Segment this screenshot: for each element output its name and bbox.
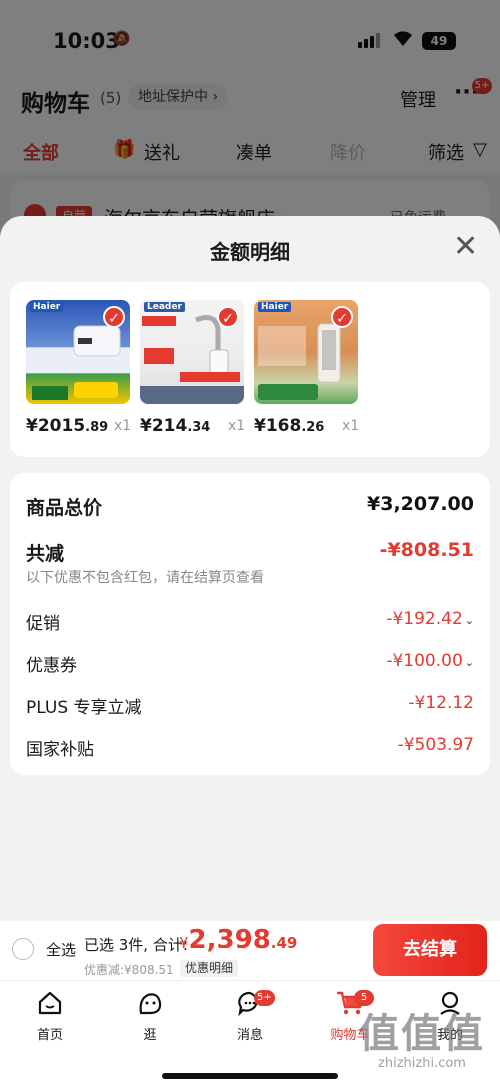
product-price: ¥168.26 — [254, 416, 325, 436]
tab-home-label: 首页 — [36, 1028, 63, 1043]
product-price: ¥2015.89 — [26, 416, 109, 436]
coupon-label: 优惠券 — [26, 656, 77, 676]
coupon-value: -¥100.00 ⌄ — [386, 651, 474, 671]
plus-discount-label: PLUS 专享立减 — [26, 698, 142, 718]
product-qty: x1 — [228, 418, 246, 434]
product-check-icon[interactable]: ✓ — [103, 306, 125, 328]
national-subsidy-label: 国家补贴 — [26, 740, 94, 760]
amount-detail-sheet: 金额明细 ✕ Haier ✓ ¥2015.89 x1 Leader ✓ ¥214… — [0, 216, 500, 921]
product-qty: x1 — [114, 418, 132, 434]
product-check-icon[interactable]: ✓ — [217, 306, 239, 328]
selected-summary: 已选 3件, 合计: — [84, 936, 188, 954]
promotion-value: -¥192.42 ⌄ — [386, 609, 474, 629]
product-item[interactable]: Leader ✓ ¥214.34 x1 — [140, 300, 245, 436]
total-price: ¥2,398.49 — [179, 925, 298, 955]
reduction-label: 共减 — [26, 543, 65, 565]
brand-label: Haier — [258, 302, 292, 312]
close-icon[interactable]: ✕ — [453, 232, 478, 262]
product-check-icon[interactable]: ✓ — [331, 306, 353, 328]
reduction-value: -¥808.51 — [379, 539, 474, 561]
tab-messages-label: 消息 — [236, 1028, 263, 1043]
product-qty: x1 — [342, 418, 360, 434]
tab-home[interactable]: 首页 — [20, 989, 80, 1043]
reduction-note: 以下优惠不包含红包，请在结算页查看 — [26, 570, 264, 586]
goods-total-value: ¥3,207.00 — [367, 493, 474, 515]
product-image-water-heater: Haier ✓ — [26, 300, 130, 404]
home-icon — [20, 989, 80, 1021]
checkout-button[interactable]: 去结算 — [373, 924, 487, 976]
product-item[interactable]: Haier ✓ ¥2015.89 x1 — [26, 300, 131, 436]
chevron-down-icon: ⌄ — [464, 656, 474, 669]
national-subsidy-value: -¥503.97 — [397, 735, 474, 755]
stroll-icon — [120, 989, 180, 1021]
tab-stroll[interactable]: 逛 — [120, 989, 180, 1043]
watermark-url: zhizhizhi.com — [378, 1056, 466, 1071]
select-all-label[interactable]: 全选 — [46, 939, 76, 960]
sheet-title: 金额明细 — [210, 240, 290, 264]
watermark: 值值值 zhizhizhi.com — [352, 1012, 492, 1071]
tab-messages[interactable]: 5+ 消息 — [220, 989, 280, 1043]
brand-label: Leader — [144, 302, 185, 312]
promotion-label: 促销 — [26, 614, 60, 634]
chevron-down-icon: ⌄ — [464, 614, 474, 627]
discount-detail-link[interactable]: 优惠明细 — [180, 960, 239, 977]
messages-badge: 5+ — [254, 990, 275, 1006]
product-image-tower-heater: Haier ✓ — [254, 300, 358, 404]
checkout-bar: 全选 已选 3件, 合计: ¥2,398.49 优惠减:¥808.51 优惠明细… — [0, 921, 500, 980]
discount-summary: 优惠减:¥808.51 — [84, 963, 174, 977]
watermark-logo: 值值值 — [359, 1011, 485, 1057]
tab-stroll-label: 逛 — [143, 1028, 157, 1043]
plus-discount-value: -¥12.12 — [408, 693, 474, 713]
amount-breakdown: 商品总价 ¥3,207.00 共减 -¥808.51 以下优惠不包含红包，请在结… — [10, 473, 490, 775]
select-all-radio[interactable] — [12, 938, 34, 960]
goods-total-label: 商品总价 — [26, 497, 103, 519]
home-indicator — [162, 1073, 338, 1079]
cart-badge: 5 — [354, 990, 374, 1006]
product-item[interactable]: Haier ✓ ¥168.26 x1 — [254, 300, 359, 436]
product-image-faucet-heater: Leader ✓ — [140, 300, 244, 404]
product-price: ¥214.34 — [140, 416, 211, 436]
brand-label: Haier — [30, 302, 64, 312]
product-list: Haier ✓ ¥2015.89 x1 Leader ✓ ¥214.34 x1 … — [10, 282, 490, 457]
